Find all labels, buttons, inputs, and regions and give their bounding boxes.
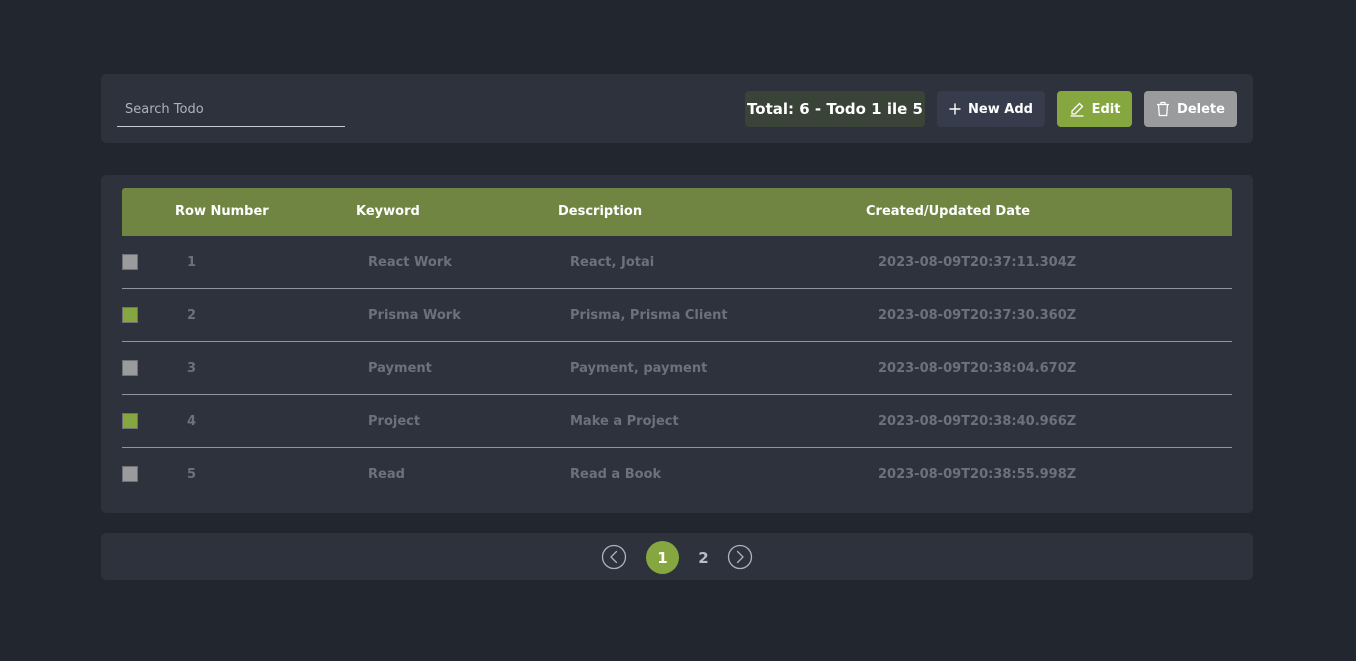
table-row[interactable]: 2 Prisma Work Prisma, Prisma Client 2023… [122,289,1232,342]
chevron-left-circle-icon [601,544,627,570]
new-add-label: New Add [968,101,1033,117]
page-1-button[interactable]: 1 [646,541,679,574]
header-date: Created/Updated Date [866,204,1031,219]
row-checkbox[interactable] [122,360,138,376]
row-keyword: React Work [368,255,452,270]
search-input[interactable] [117,96,345,126]
header-keyword: Keyword [356,204,420,219]
todo-table: Row Number Keyword Description Created/U… [101,175,1253,513]
row-checkbox[interactable] [122,466,138,482]
row-description: Make a Project [570,414,679,429]
new-add-button[interactable]: New Add [937,91,1045,127]
pencil-icon [1069,101,1085,117]
table-row[interactable]: 4 Project Make a Project 2023-08-09T20:3… [122,395,1232,448]
chevron-right-circle-icon [727,544,753,570]
row-date: 2023-08-09T20:38:04.670Z [878,361,1077,376]
table-row[interactable]: 3 Payment Payment, payment 2023-08-09T20… [122,342,1232,395]
table-row[interactable]: 1 React Work React, Jotai 2023-08-09T20:… [122,236,1232,289]
table-header: Row Number Keyword Description Created/U… [122,188,1232,236]
prev-page-button[interactable] [601,544,627,570]
table-row[interactable]: 5 Read Read a Book 2023-08-09T20:38:55.9… [122,448,1232,501]
next-page-button[interactable] [727,544,753,570]
search-field [117,96,345,127]
row-number: 2 [187,308,197,323]
row-description: React, Jotai [570,255,655,270]
row-number: 1 [187,255,197,270]
header-row-number: Row Number [175,204,269,219]
row-description: Prisma, Prisma Client [570,308,728,323]
row-number: 4 [187,414,197,429]
edit-label: Edit [1091,101,1121,117]
row-date: 2023-08-09T20:38:55.998Z [878,467,1077,482]
row-date: 2023-08-09T20:37:11.304Z [878,255,1077,270]
delete-label: Delete [1177,101,1225,117]
total-badge: Total: 6 - Todo 1 ile 5 [745,91,925,127]
trash-icon [1156,101,1170,117]
row-checkbox[interactable] [122,413,138,429]
plus-icon [949,103,961,115]
row-checkbox[interactable] [122,307,138,323]
row-checkbox[interactable] [122,254,138,270]
header-description: Description [558,204,643,219]
row-keyword: Project [368,414,421,429]
row-keyword: Read [368,467,405,482]
row-number: 5 [187,467,197,482]
row-keyword: Payment [368,361,432,376]
row-date: 2023-08-09T20:37:30.360Z [878,308,1077,323]
row-description: Read a Book [570,467,662,482]
pagination: 1 2 [101,533,1253,580]
row-date: 2023-08-09T20:38:40.966Z [878,414,1077,429]
page-2-button[interactable]: 2 [687,541,720,574]
row-description: Payment, payment [570,361,708,376]
row-number: 3 [187,361,197,376]
toolbar: Total: 6 - Todo 1 ile 5 New Add Edit Del… [101,74,1253,143]
delete-button[interactable]: Delete [1144,91,1237,127]
edit-button[interactable]: Edit [1057,91,1132,127]
row-keyword: Prisma Work [368,308,461,323]
